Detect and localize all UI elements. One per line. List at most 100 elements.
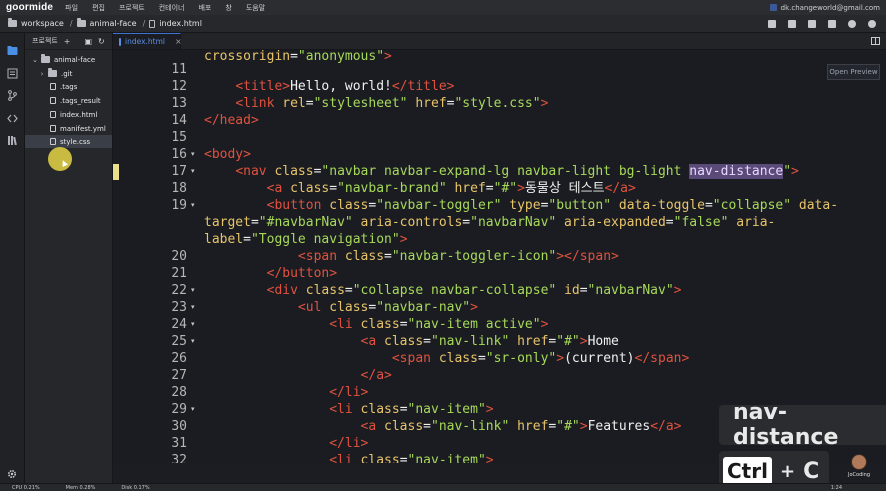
split-editor-icon[interactable] xyxy=(871,37,880,45)
code-token: <nav xyxy=(235,164,275,179)
editor-tab-bar: index.html × xyxy=(113,33,886,50)
code-token: > xyxy=(485,402,494,417)
git-branch-icon[interactable] xyxy=(7,86,18,101)
breadcrumb-workspace[interactable]: workspace xyxy=(8,18,64,28)
close-icon[interactable]: × xyxy=(175,37,182,46)
code-token: 동물상 테스트 xyxy=(524,181,605,196)
code-line: <li class="nav-item"> xyxy=(204,452,493,463)
menu-deploy[interactable]: 배포 xyxy=(198,3,211,13)
code-line: <a class="navbar-brand" href="#">동물상 테스트… xyxy=(204,180,636,197)
code-token: </a> xyxy=(360,368,392,383)
line-number: 31 xyxy=(171,436,187,451)
code-token: </span> xyxy=(634,351,690,366)
tree-item-git[interactable]: › .git xyxy=(25,67,112,80)
explorer-header: 프로젝트 + ▣ ↻ xyxy=(25,33,112,50)
menu-window[interactable]: 창 xyxy=(225,3,231,13)
code-token: = xyxy=(384,249,392,264)
menu-help[interactable]: 도움말 xyxy=(246,3,265,13)
tools-icon[interactable] xyxy=(828,19,836,28)
tree-item-label: manifest.yml xyxy=(60,124,106,133)
code-token: crossorigin xyxy=(204,50,291,64)
key-ctrl: Ctrl xyxy=(723,457,772,485)
code-token: "#navbarNav" xyxy=(258,215,353,230)
code-line: <a class="nav-link" href="#">Features</a… xyxy=(204,418,682,435)
menu-file[interactable]: 파일 xyxy=(65,3,78,13)
fold-toggle-icon[interactable]: ▾ xyxy=(191,316,195,333)
line-number: 25 xyxy=(171,334,187,349)
breadcrumb-file-label: index.html xyxy=(159,19,202,28)
code-line: <a class="nav-link" href="#">Home xyxy=(204,333,619,350)
breadcrumb-project[interactable]: animal-face xyxy=(76,18,137,28)
settings-icon[interactable] xyxy=(7,464,17,479)
breadcrumb-project-label: animal-face xyxy=(89,19,137,28)
code-token: > xyxy=(540,317,549,332)
cpu-usage: CPU 0.21% xyxy=(12,484,40,491)
fold-toggle-icon[interactable]: ▾ xyxy=(191,146,195,163)
code-token: "navbar-brand" xyxy=(337,181,447,196)
user-icon[interactable] xyxy=(868,19,876,28)
tree-item-root[interactable]: ⌄ animal-face xyxy=(25,53,112,66)
code-token: class xyxy=(384,334,424,349)
add-file-icon[interactable]: + xyxy=(64,37,71,46)
fold-toggle-icon[interactable]: ▾ xyxy=(191,333,195,350)
tree-item-tags[interactable]: .tags xyxy=(25,80,112,93)
code-token: "#" xyxy=(556,419,580,434)
fold-toggle-icon[interactable]: ▾ xyxy=(191,299,195,316)
run-icon[interactable] xyxy=(848,19,856,28)
library-icon[interactable] xyxy=(7,131,18,146)
code-token: </head> xyxy=(204,113,259,128)
account-menu[interactable]: dk.changeworld@gmail.com xyxy=(769,4,880,12)
code-token: <button xyxy=(266,198,330,213)
tree-item-style-css[interactable]: style.css xyxy=(25,135,112,148)
fold-toggle-icon[interactable]: ▾ xyxy=(191,163,195,180)
document-icon[interactable] xyxy=(7,64,18,79)
app-logo[interactable]: goormide xyxy=(6,2,53,13)
code-token: data- xyxy=(798,198,839,213)
code-token: > xyxy=(517,181,525,196)
code-token: label xyxy=(204,232,244,247)
code-token: "collapse" xyxy=(712,198,792,213)
tree-item-label: index.html xyxy=(60,110,98,119)
fold-toggle-icon[interactable]: ▾ xyxy=(191,197,195,214)
project-icon[interactable] xyxy=(7,41,18,55)
code-token: = xyxy=(477,351,486,366)
menu-project[interactable]: 프로젝트 xyxy=(119,3,145,13)
avatar xyxy=(851,454,867,470)
tab-index-html[interactable]: index.html × xyxy=(113,33,182,49)
line-number: 12 xyxy=(171,79,187,94)
save-all-icon[interactable] xyxy=(788,19,796,28)
terminal-icon[interactable] xyxy=(808,19,816,28)
breadcrumb-file[interactable]: index.html xyxy=(149,19,202,28)
fold-toggle-icon[interactable]: ▾ xyxy=(191,401,195,418)
tree-item-index-html[interactable]: index.html xyxy=(25,108,112,121)
code-line: <nav class="navbar navbar-expand-lg navb… xyxy=(204,163,799,180)
code-token: "button" xyxy=(548,198,612,213)
code-token: ></span> xyxy=(556,249,619,264)
new-folder-icon[interactable]: ▣ xyxy=(84,37,92,46)
selected-text: nav-distance xyxy=(689,164,784,179)
fold-toggle-icon[interactable]: ▾ xyxy=(191,282,195,299)
code-token: "navbar-toggler-icon" xyxy=(391,249,557,264)
open-preview-button[interactable]: Open Preview xyxy=(827,64,880,80)
tree-item-tags-result[interactable]: .tags_result xyxy=(25,94,112,107)
menu-container[interactable]: 컨테이너 xyxy=(159,3,185,13)
menu-edit[interactable]: 편집 xyxy=(92,3,105,13)
code-token: href xyxy=(517,334,549,349)
save-icon[interactable] xyxy=(768,19,776,28)
code-token: Features xyxy=(587,419,651,434)
key-c: C xyxy=(803,458,820,484)
code-icon[interactable] xyxy=(7,109,18,123)
code-token: </li> xyxy=(329,385,369,400)
refresh-icon[interactable]: ↻ xyxy=(98,37,105,46)
tree-item-manifest[interactable]: manifest.yml xyxy=(25,122,112,135)
code-token: class xyxy=(274,164,314,179)
code-token: <title> xyxy=(235,79,291,94)
code-line: <li class="nav-item active"> xyxy=(204,316,548,333)
memory-usage: Mem 0.28% xyxy=(65,484,96,491)
